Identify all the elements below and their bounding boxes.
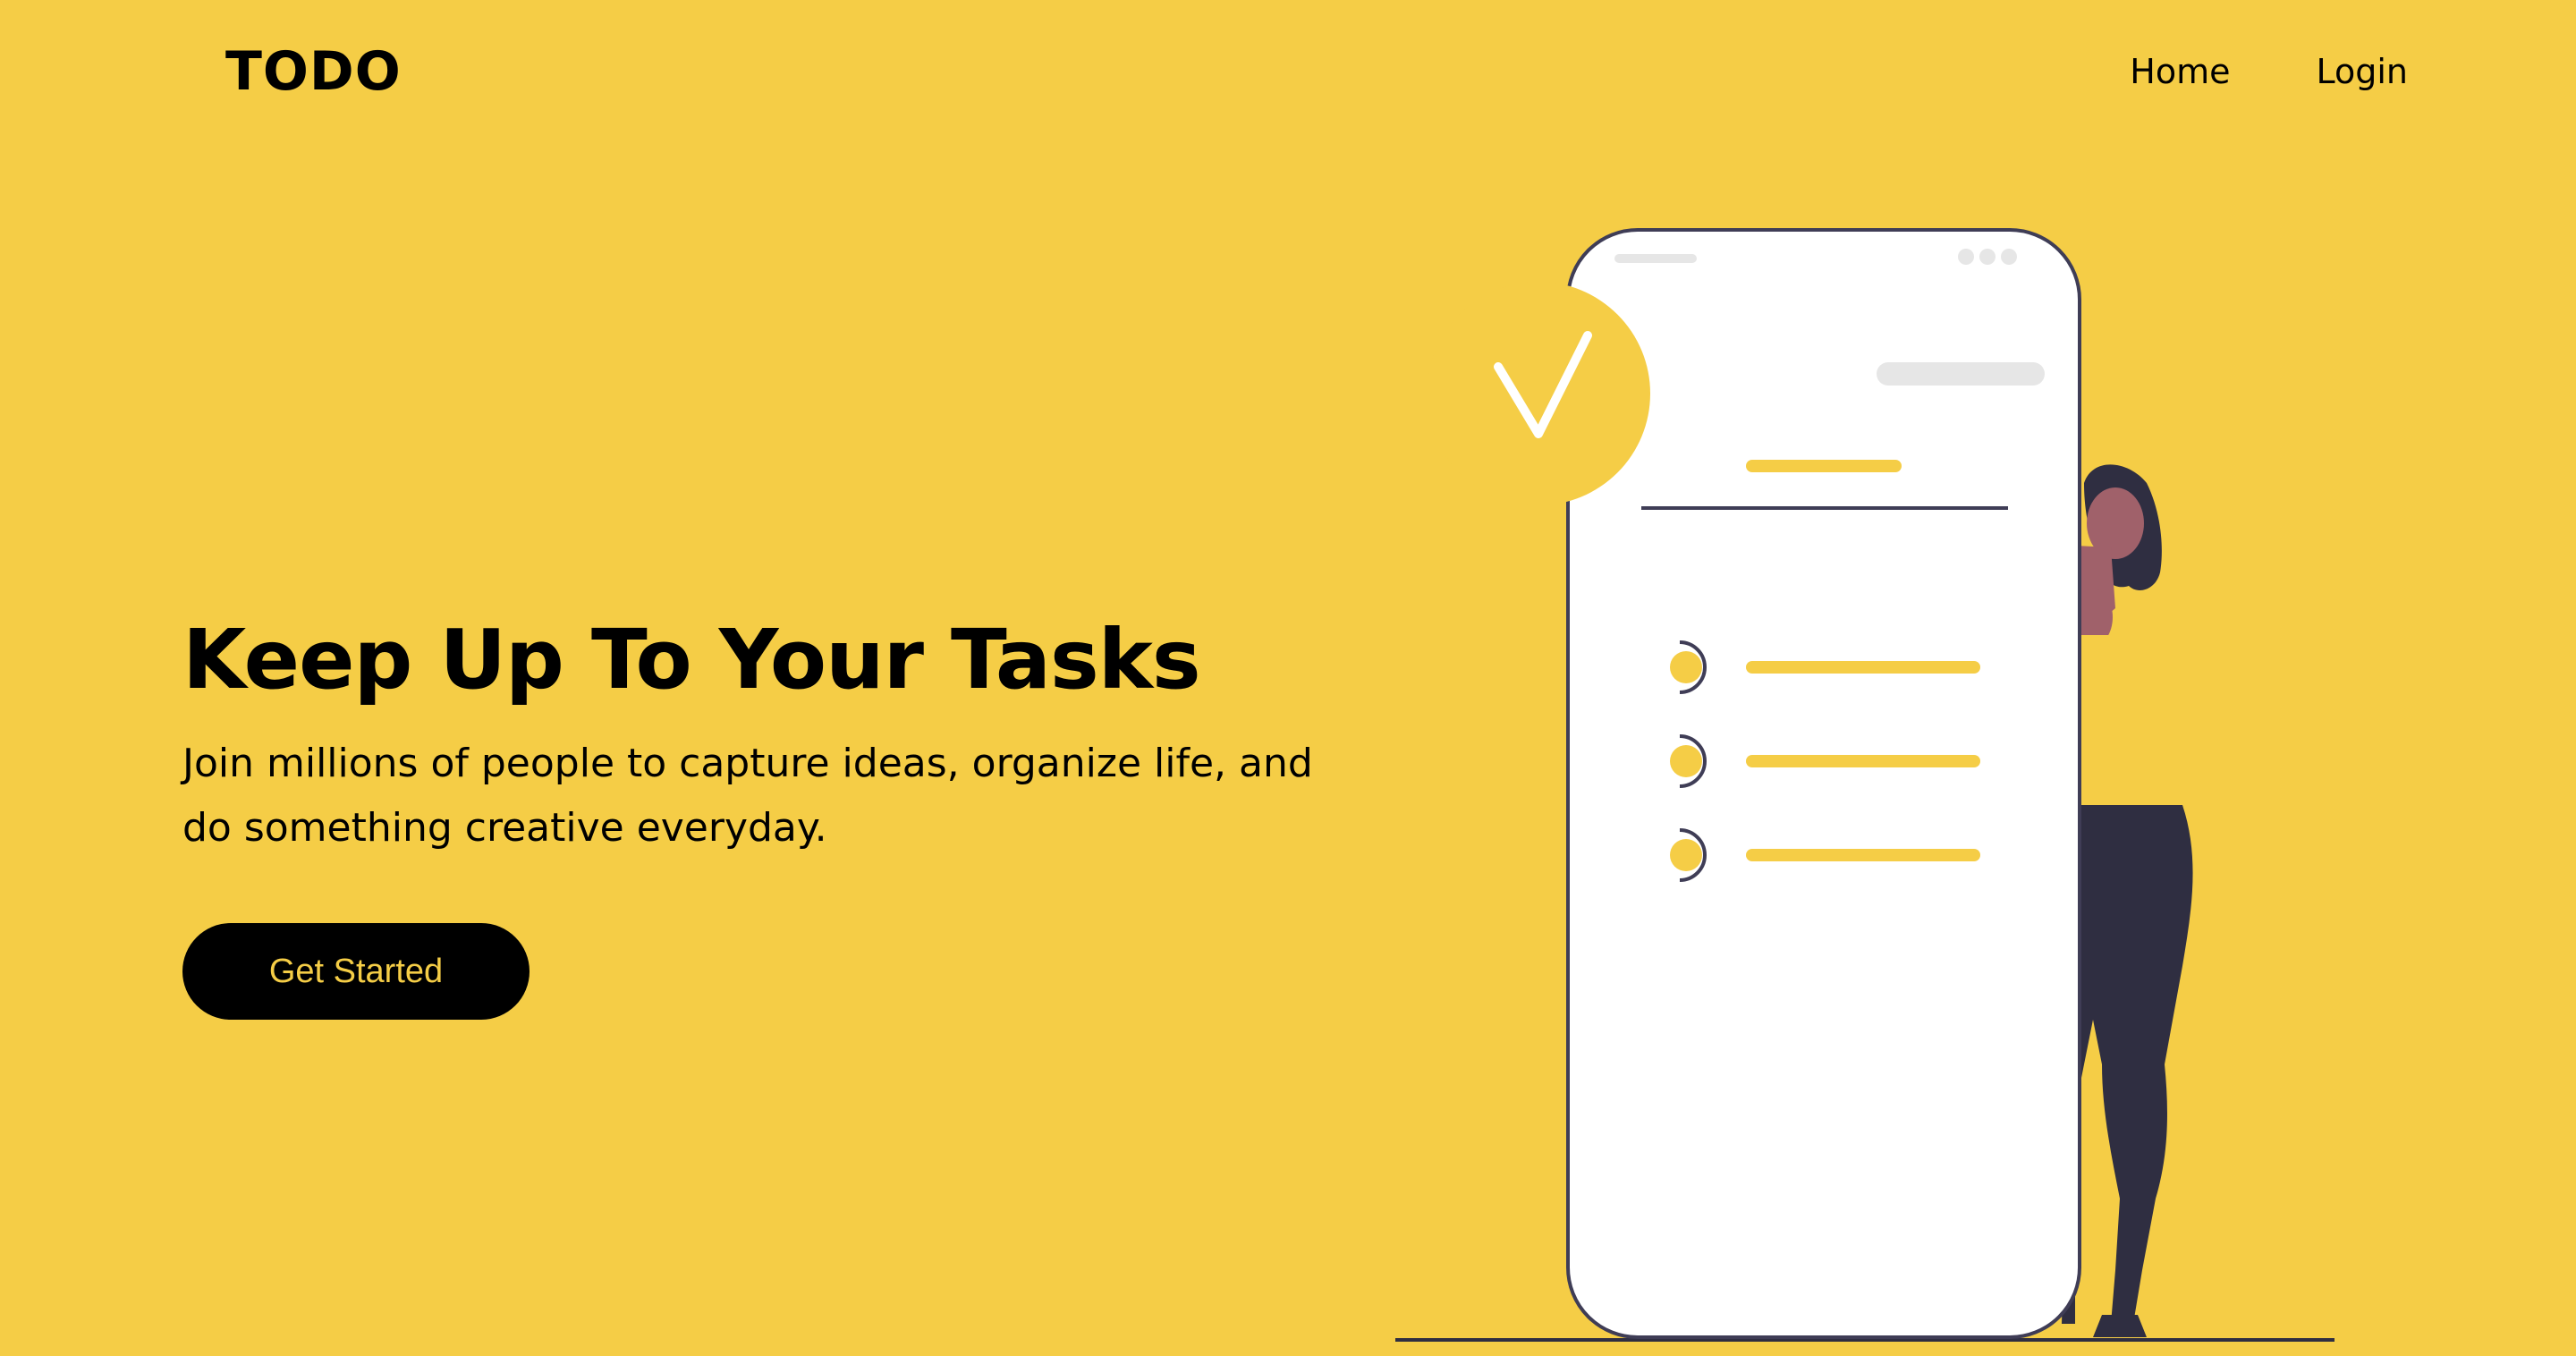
nav-link-home[interactable]: Home [2130,47,2230,97]
top-nav: Home Login [2130,47,2408,97]
brand-logo[interactable]: TODO [225,39,402,104]
get-started-button[interactable]: Get Started [182,923,530,1020]
checkmark-icon [1427,282,1650,505]
hero-subtitle: Join millions of people to capture ideas… [182,741,1313,851]
hero-title: Keep Up To Your Tasks [182,612,1201,708]
hero-section: Keep Up To Your Tasks Join millions of p… [182,614,1345,860]
phone-illustration [1395,228,2334,1342]
nav-link-login[interactable]: Login [2316,47,2408,97]
